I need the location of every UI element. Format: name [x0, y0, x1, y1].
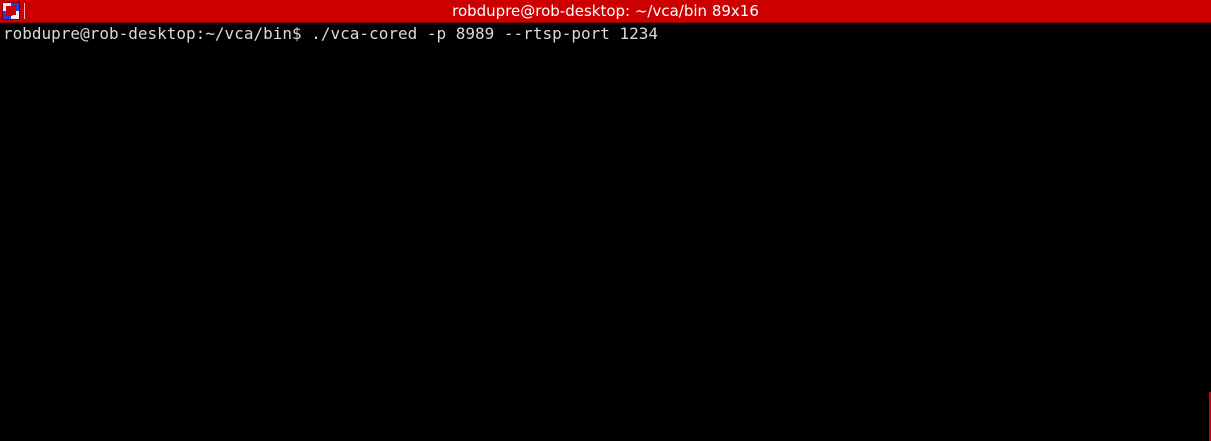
terminal-output-area[interactable]: robdupre@rob-desktop:~/vca/bin$ ./vca-co…	[0, 23, 1211, 441]
terminal-window: robdupre@rob-desktop: ~/vca/bin 89x16 ro…	[0, 0, 1211, 441]
shell-prompt: robdupre@rob-desktop:~/vca/bin$	[3, 24, 302, 43]
title-bar[interactable]: robdupre@rob-desktop: ~/vca/bin 89x16	[0, 0, 1211, 23]
window-title: robdupre@rob-desktop: ~/vca/bin 89x16	[452, 2, 759, 20]
command-line: robdupre@rob-desktop:~/vca/bin$ ./vca-co…	[3, 23, 1211, 45]
command-text: ./vca-cored -p 8989 --rtsp-port 1234	[301, 24, 659, 43]
